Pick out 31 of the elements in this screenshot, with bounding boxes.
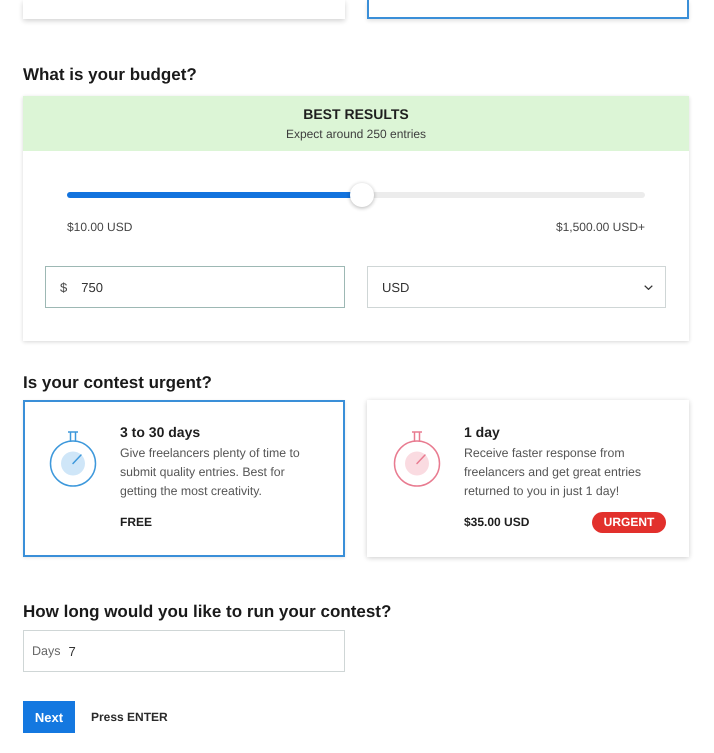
budget-slider[interactable] xyxy=(67,183,645,207)
option-card[interactable] xyxy=(367,0,689,19)
dollar-prefix: $ xyxy=(60,280,68,294)
slider-thumb[interactable] xyxy=(350,183,374,207)
option-description: Give freelancers plenty of time to submit quality entries. Best for getting the most creativity. xyxy=(120,445,301,500)
days-label: Days xyxy=(32,644,60,658)
option-description: Receive faster response from freelancers and get great entries returned to you in just 1 day! xyxy=(464,445,642,500)
enter-hint: Press ENTER xyxy=(91,710,168,724)
days-field[interactable]: Days 7 xyxy=(23,630,345,672)
urgency-option-card[interactable]: 3 to 30 days Give freelancers plenty of time to submit quality entries. Best for getting the most creativity. FREE xyxy=(23,400,345,557)
section-heading: How long would you like to run your contest? xyxy=(23,602,392,622)
stopwatch-icon xyxy=(393,431,441,487)
stopwatch-icon xyxy=(49,431,97,487)
chevron-down-icon xyxy=(644,284,653,290)
amount-field[interactable]: $ 750 xyxy=(45,266,345,308)
section-heading: Is your contest urgent? xyxy=(23,373,212,393)
next-button[interactable]: Next xyxy=(23,701,75,733)
option-price: $35.00 USD xyxy=(464,515,530,529)
option-price: FREE xyxy=(120,515,152,529)
option-title: 1 day xyxy=(464,423,501,441)
currency-select[interactable]: USD xyxy=(367,266,666,308)
slider-min-label: $10.00 USD xyxy=(67,219,132,235)
section-heading: What is your budget? xyxy=(23,65,197,85)
days-input[interactable]: 7 xyxy=(68,644,344,658)
banner-subtitle: Expect around 250 entries xyxy=(286,126,426,142)
amount-input[interactable]: 750 xyxy=(81,280,344,294)
banner-title: BEST RESULTS xyxy=(303,106,409,123)
urgency-option-card[interactable]: 1 day Receive faster response from freelancers and get great entries returned to you in just 1 day! $35.00 USD URGENT xyxy=(367,400,689,557)
slider-max-label: $1,500.00 USD+ xyxy=(556,219,645,235)
urgent-badge: URGENT xyxy=(592,512,666,532)
option-title: 3 to 30 days xyxy=(120,423,202,441)
